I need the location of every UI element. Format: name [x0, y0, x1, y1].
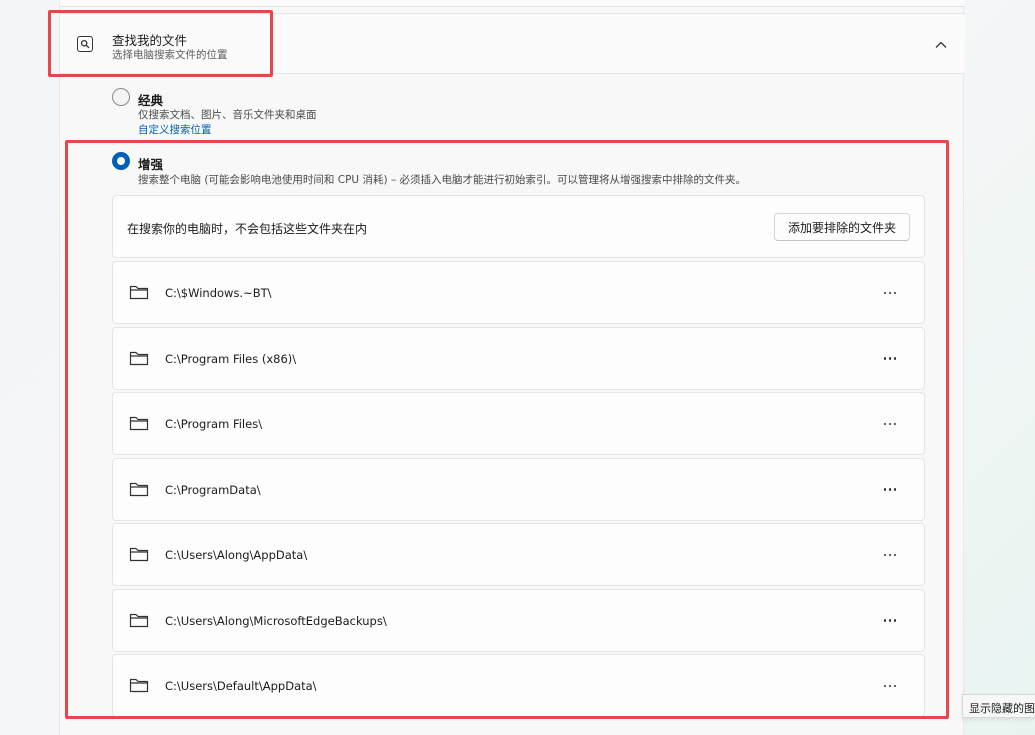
excluded-folder-row[interactable]: C:\ProgramData\ [112, 457, 925, 521]
classic-description: 仅搜索文档、图片、音乐文件夹和桌面 [138, 109, 317, 121]
classic-option[interactable]: 经典 仅搜索文档、图片、音乐文件夹和桌面 自定义搜索位置 [60, 80, 965, 140]
classic-radio[interactable] [112, 88, 130, 106]
enhanced-radio[interactable] [112, 152, 130, 170]
folder-path: C:\Program Files (x86)\ [165, 351, 297, 366]
excluded-folder-row[interactable]: C:\Users\Default\AppData\ [112, 654, 925, 717]
folder-icon [129, 351, 149, 365]
excluded-folders-header: 在搜索你的电脑时，不会包括这些文件夹在内 添加要排除的文件夹 [112, 195, 925, 258]
more-options-icon[interactable] [877, 350, 903, 368]
more-options-icon[interactable] [877, 481, 903, 499]
folder-path: C:\$Windows.~BT\ [165, 286, 272, 300]
excluded-folder-row[interactable]: C:\Users\Along\AppData\ [112, 523, 925, 586]
enhanced-option[interactable]: 增强 搜索整个电脑 (可能会影响电池使用时间和 CPU 消耗) – 必须插入电脑… [60, 145, 965, 190]
folder-icon [129, 613, 149, 627]
folder-icon [129, 416, 149, 431]
search-files-icon [77, 36, 93, 52]
folder-icon [129, 678, 149, 693]
excluded-folder-row[interactable]: C:\$Windows.~BT\ [112, 261, 925, 324]
add-excluded-folder-button[interactable]: 添加要排除的文件夹 [774, 213, 910, 241]
tooltip: 显示隐藏的图 [962, 694, 1035, 718]
more-options-icon[interactable] [877, 546, 903, 564]
more-options-icon[interactable] [877, 284, 903, 302]
more-options-icon[interactable] [877, 677, 903, 695]
settings-page: 查找我的文件 选择电脑搜索文件的位置 经典 仅搜索文档、图片、音乐文件夹和桌面 … [59, 0, 965, 735]
more-options-icon[interactable] [877, 612, 903, 630]
enhanced-description: 搜索整个电脑 (可能会影响电池使用时间和 CPU 消耗) – 必须插入电脑才能进… [138, 174, 746, 186]
folder-path: C:\ProgramData\ [165, 482, 261, 497]
excluded-folder-row[interactable]: C:\Program Files (x86)\ [112, 326, 925, 390]
chevron-up-icon[interactable] [933, 39, 949, 51]
customize-search-locations-link[interactable]: 自定义搜索位置 [138, 122, 212, 137]
excluded-folders-text: 在搜索你的电脑时，不会包括这些文件夹在内 [127, 222, 368, 236]
folder-path: C:\Users\Along\MicrosoftEdgeBackups\ [165, 613, 387, 628]
previous-section-edge [60, 0, 965, 7]
find-my-files-section-header[interactable]: 查找我的文件 选择电脑搜索文件的位置 [60, 13, 965, 74]
folder-icon [129, 482, 149, 496]
folder-path: C:\Users\Along\AppData\ [165, 548, 308, 562]
folder-path: C:\Program Files\ [165, 417, 263, 431]
excluded-folder-row[interactable]: C:\Users\Along\MicrosoftEdgeBackups\ [112, 588, 925, 652]
folder-icon [129, 285, 149, 300]
section-subtitle: 选择电脑搜索文件的位置 [112, 49, 228, 61]
folder-icon [129, 547, 149, 562]
enhanced-title: 增强 [138, 157, 164, 172]
excluded-folder-row[interactable]: C:\Program Files\ [112, 392, 925, 455]
more-options-icon[interactable] [877, 415, 903, 433]
folder-path: C:\Users\Default\AppData\ [165, 679, 317, 693]
